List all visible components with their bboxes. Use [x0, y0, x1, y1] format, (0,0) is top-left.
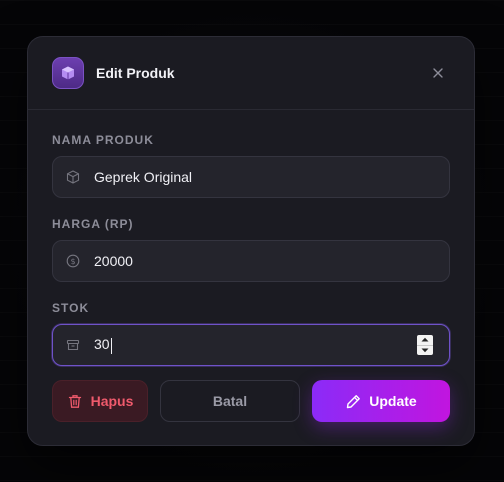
delete-label: Hapus	[90, 393, 134, 409]
package-icon	[65, 169, 81, 185]
dialog-header: Edit Produk	[28, 37, 474, 110]
name-field-group: NAMA PRODUK Geprek Original	[52, 132, 450, 198]
delete-button[interactable]: Hapus	[52, 380, 148, 422]
stock-label: STOK	[52, 301, 90, 315]
pencil-icon	[345, 393, 361, 409]
edit-product-dialog: Edit Produk NAMA PRODUK Geprek Original …	[27, 36, 475, 446]
stock-value: 30	[94, 336, 110, 353]
price-value: 20000	[94, 253, 133, 269]
cancel-label: Batal	[212, 393, 248, 409]
archive-box-icon	[65, 337, 81, 353]
stock-value-wrap: 30	[94, 336, 394, 354]
increment-button[interactable]	[417, 335, 433, 345]
update-label: Update	[369, 393, 417, 409]
stock-field[interactable]: 30	[52, 324, 450, 366]
quantity-stepper[interactable]	[417, 335, 433, 355]
cancel-button[interactable]: Batal	[160, 380, 300, 422]
stock-field-group: STOK 30	[52, 300, 450, 366]
price-label: HARGA (RP)	[52, 217, 134, 231]
update-button[interactable]: Update	[312, 380, 450, 422]
close-icon[interactable]	[430, 65, 446, 81]
dialog-body: NAMA PRODUK Geprek Original HARGA (RP) $	[28, 110, 474, 366]
dialog-actions: Hapus Batal Update	[52, 380, 450, 422]
trash-icon	[67, 393, 83, 409]
product-name-field[interactable]: Geprek Original	[52, 156, 450, 198]
name-label: NAMA PRODUK	[52, 133, 154, 147]
dollar-circle-icon: $	[65, 253, 81, 269]
svg-text:$: $	[70, 257, 75, 266]
text-cursor	[110, 337, 112, 354]
dialog-title: Edit Produk	[96, 65, 175, 81]
price-field[interactable]: $ 20000	[52, 240, 450, 282]
product-name-value: Geprek Original	[94, 169, 193, 185]
decrement-button[interactable]	[417, 344, 433, 356]
cube-icon	[52, 57, 84, 89]
price-field-group: HARGA (RP) $ 20000	[52, 216, 450, 282]
